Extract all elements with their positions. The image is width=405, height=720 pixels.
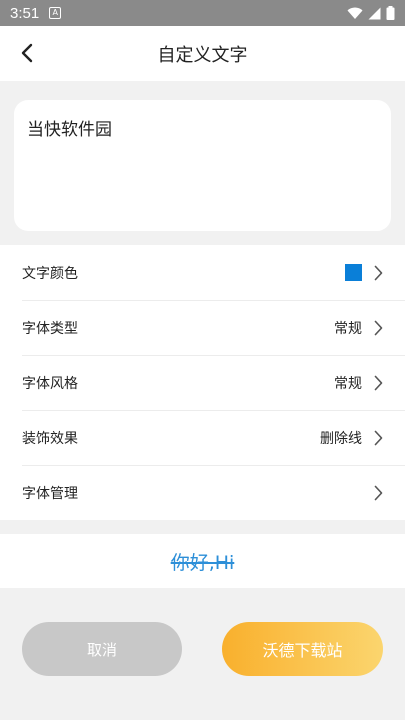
color-swatch[interactable] bbox=[345, 264, 362, 281]
settings-list: 文字颜色 字体类型 常规 字体风格 常规 装饰效果 删除线 字体管理 bbox=[0, 245, 405, 520]
setting-row-font-management[interactable]: 字体管理 bbox=[0, 465, 405, 520]
setting-row-font-style[interactable]: 字体风格 常规 bbox=[0, 355, 405, 410]
setting-value: 常规 bbox=[334, 375, 362, 392]
text-editor-card[interactable]: 当快软件园 bbox=[14, 100, 391, 231]
back-button[interactable] bbox=[8, 34, 46, 72]
chevron-right-icon bbox=[374, 375, 383, 391]
confirm-button[interactable]: 沃德下载站 bbox=[222, 622, 383, 676]
chevron-right-icon bbox=[374, 430, 383, 446]
chevron-right-icon bbox=[374, 265, 383, 281]
status-time: 3:51 bbox=[10, 4, 40, 22]
setting-value: 常规 bbox=[334, 320, 362, 337]
chevron-right-icon bbox=[374, 485, 383, 501]
cancel-button[interactable]: 取消 bbox=[22, 622, 182, 676]
setting-label: 装饰效果 bbox=[22, 430, 78, 447]
signal-icon bbox=[368, 7, 381, 19]
status-icons bbox=[347, 6, 395, 20]
notification-icon: A bbox=[49, 7, 62, 19]
app-bar: 自定义文字 bbox=[0, 26, 405, 81]
preview-text: 你好,Hi bbox=[170, 551, 235, 574]
setting-label: 字体风格 bbox=[22, 375, 78, 392]
preview-area: 你好,Hi bbox=[0, 534, 405, 588]
setting-label: 字体管理 bbox=[22, 485, 78, 502]
setting-row-text-color[interactable]: 文字颜色 bbox=[0, 245, 405, 300]
status-bar: 3:51 A bbox=[0, 0, 405, 26]
setting-label: 文字颜色 bbox=[22, 265, 78, 282]
back-arrow-icon bbox=[21, 43, 33, 63]
text-input[interactable]: 当快软件园 bbox=[27, 115, 378, 140]
setting-row-decoration[interactable]: 装饰效果 删除线 bbox=[0, 410, 405, 465]
setting-value: 删除线 bbox=[320, 430, 362, 447]
setting-label: 字体类型 bbox=[22, 320, 78, 337]
wifi-icon bbox=[347, 7, 363, 19]
battery-icon bbox=[386, 6, 395, 20]
page-title: 自定义文字 bbox=[157, 44, 248, 66]
setting-row-font-type[interactable]: 字体类型 常规 bbox=[0, 300, 405, 355]
chevron-right-icon bbox=[374, 320, 383, 336]
